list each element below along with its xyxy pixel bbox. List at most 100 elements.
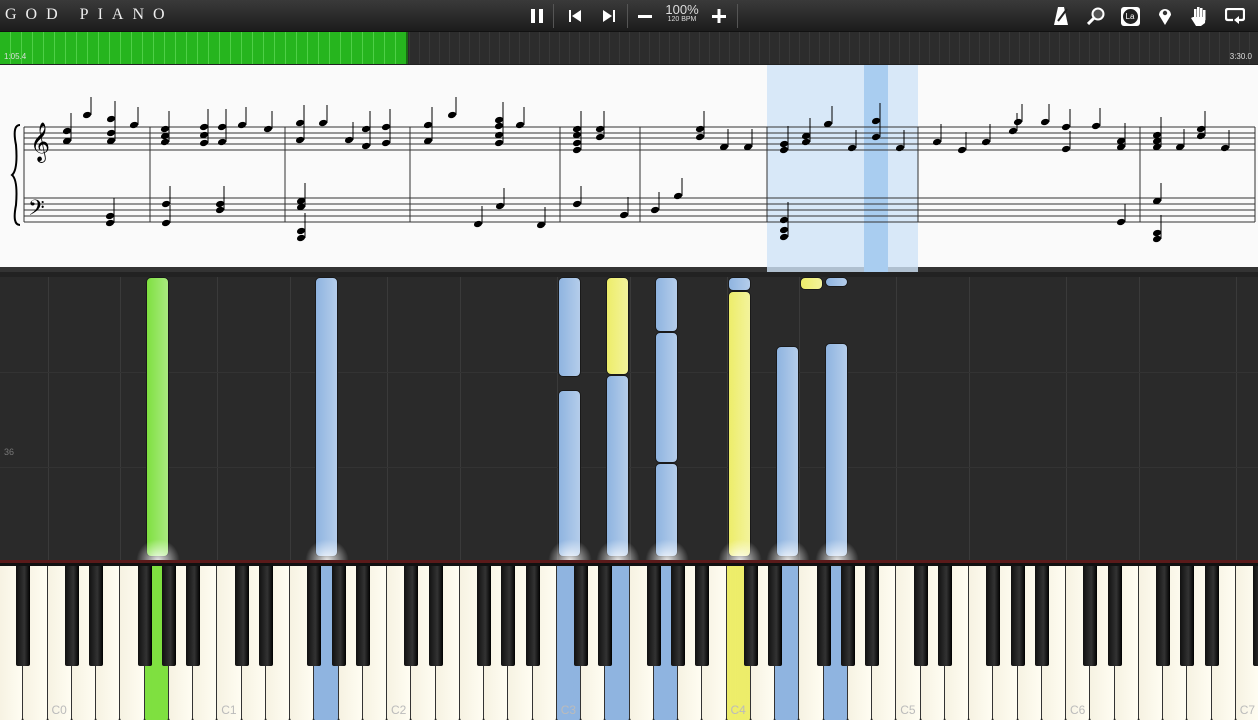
black-key[interactable] [186,566,200,666]
black-key[interactable] [1083,566,1098,666]
previous-button[interactable] [564,0,586,32]
black-key[interactable] [16,566,31,666]
black-key[interactable] [1034,566,1049,666]
pause-icon [531,9,543,23]
falling-note [727,291,751,557]
next-button[interactable] [598,0,620,32]
black-key[interactable] [1107,566,1122,666]
notehead [447,111,457,119]
black-key[interactable] [865,566,879,666]
black-key[interactable] [574,566,588,666]
black-key[interactable] [646,566,661,666]
notehead [129,121,139,129]
black-key[interactable] [404,566,419,666]
search-icon [1087,7,1105,25]
loop-button[interactable] [1223,0,1247,32]
octave-label: C5 [900,703,916,717]
black-key[interactable] [816,566,831,666]
notehead [361,142,371,150]
key-hit-glow [596,539,641,560]
black-key[interactable] [986,566,1001,666]
black-key[interactable] [428,566,443,666]
bass-clef-icon: 𝄢 [28,196,45,226]
key-hit-glow [766,539,810,560]
falling-note [824,343,848,557]
black-key[interactable] [258,566,273,666]
falling-notes-roll: 36 [0,277,1258,560]
notehead [295,136,305,144]
black-key[interactable] [937,566,952,666]
black-key[interactable] [161,566,176,666]
notehead [695,133,705,141]
notehead [495,202,505,210]
notehead [105,219,115,227]
black-key[interactable] [331,566,346,666]
pause-button[interactable] [526,0,548,32]
timeline-scrubber[interactable]: 1:05.4 3:30.0 [0,32,1258,64]
current-time: 1:05.4 [4,52,27,61]
black-key[interactable] [1156,566,1170,666]
brace [10,124,21,226]
black-key[interactable] [501,566,516,666]
black-key[interactable] [768,566,782,666]
notehead [1061,145,1071,153]
search-button[interactable] [1085,0,1107,32]
marker-icon [1159,9,1171,25]
falling-note [606,277,630,375]
black-key[interactable] [695,566,710,666]
notehead [82,111,92,119]
grid-line [290,277,291,560]
tempo-decrease-button[interactable] [634,0,656,32]
notehead [105,212,115,220]
black-key[interactable] [64,566,79,666]
black-key[interactable] [477,566,491,666]
black-key[interactable] [307,566,322,666]
falling-note [654,332,678,463]
black-key[interactable] [525,566,540,666]
black-key[interactable] [913,566,928,666]
top-toolbar: GOD PIANO 100% 120 BPM La [0,0,1258,32]
octave-label: C3 [560,703,577,717]
app-title: GOD PIANO [5,6,174,23]
zoom-percent: 100% [665,2,699,17]
notehead [160,125,170,133]
minus-icon [638,15,652,18]
black-key[interactable] [743,566,758,666]
black-key[interactable] [89,566,103,666]
black-key[interactable] [1010,566,1025,666]
grid-line [1138,277,1140,560]
notehead [381,139,391,147]
key-hit-glow [644,539,689,560]
notehead [161,200,171,208]
black-key[interactable] [598,566,613,666]
grid-line [120,277,122,560]
notehead [619,211,629,219]
black-key[interactable] [1204,566,1219,666]
notehead [62,127,72,135]
notehead [650,206,660,214]
tempo-increase-button[interactable] [708,0,730,32]
note-names-button[interactable]: La [1119,0,1141,32]
black-key[interactable] [1180,566,1195,666]
falling-note [557,277,581,377]
grid-line [47,277,49,560]
marker-button[interactable] [1154,0,1176,32]
black-key[interactable] [234,566,249,666]
falling-note [654,277,678,332]
notehead [199,139,209,147]
black-key[interactable] [1253,566,1258,666]
black-key[interactable] [137,566,152,666]
black-key[interactable] [840,566,855,666]
notehead [1013,118,1023,126]
measure-number: 36 [4,447,15,457]
black-key[interactable] [671,566,685,666]
notehead [1220,144,1230,152]
notehead [217,123,227,131]
hand-button[interactable] [1188,0,1210,32]
playback-progress [0,32,408,64]
metronome-button[interactable] [1050,0,1072,32]
notehead [215,206,225,214]
black-key[interactable] [355,566,370,666]
plus-icon [712,9,726,23]
falling-note [776,346,799,557]
